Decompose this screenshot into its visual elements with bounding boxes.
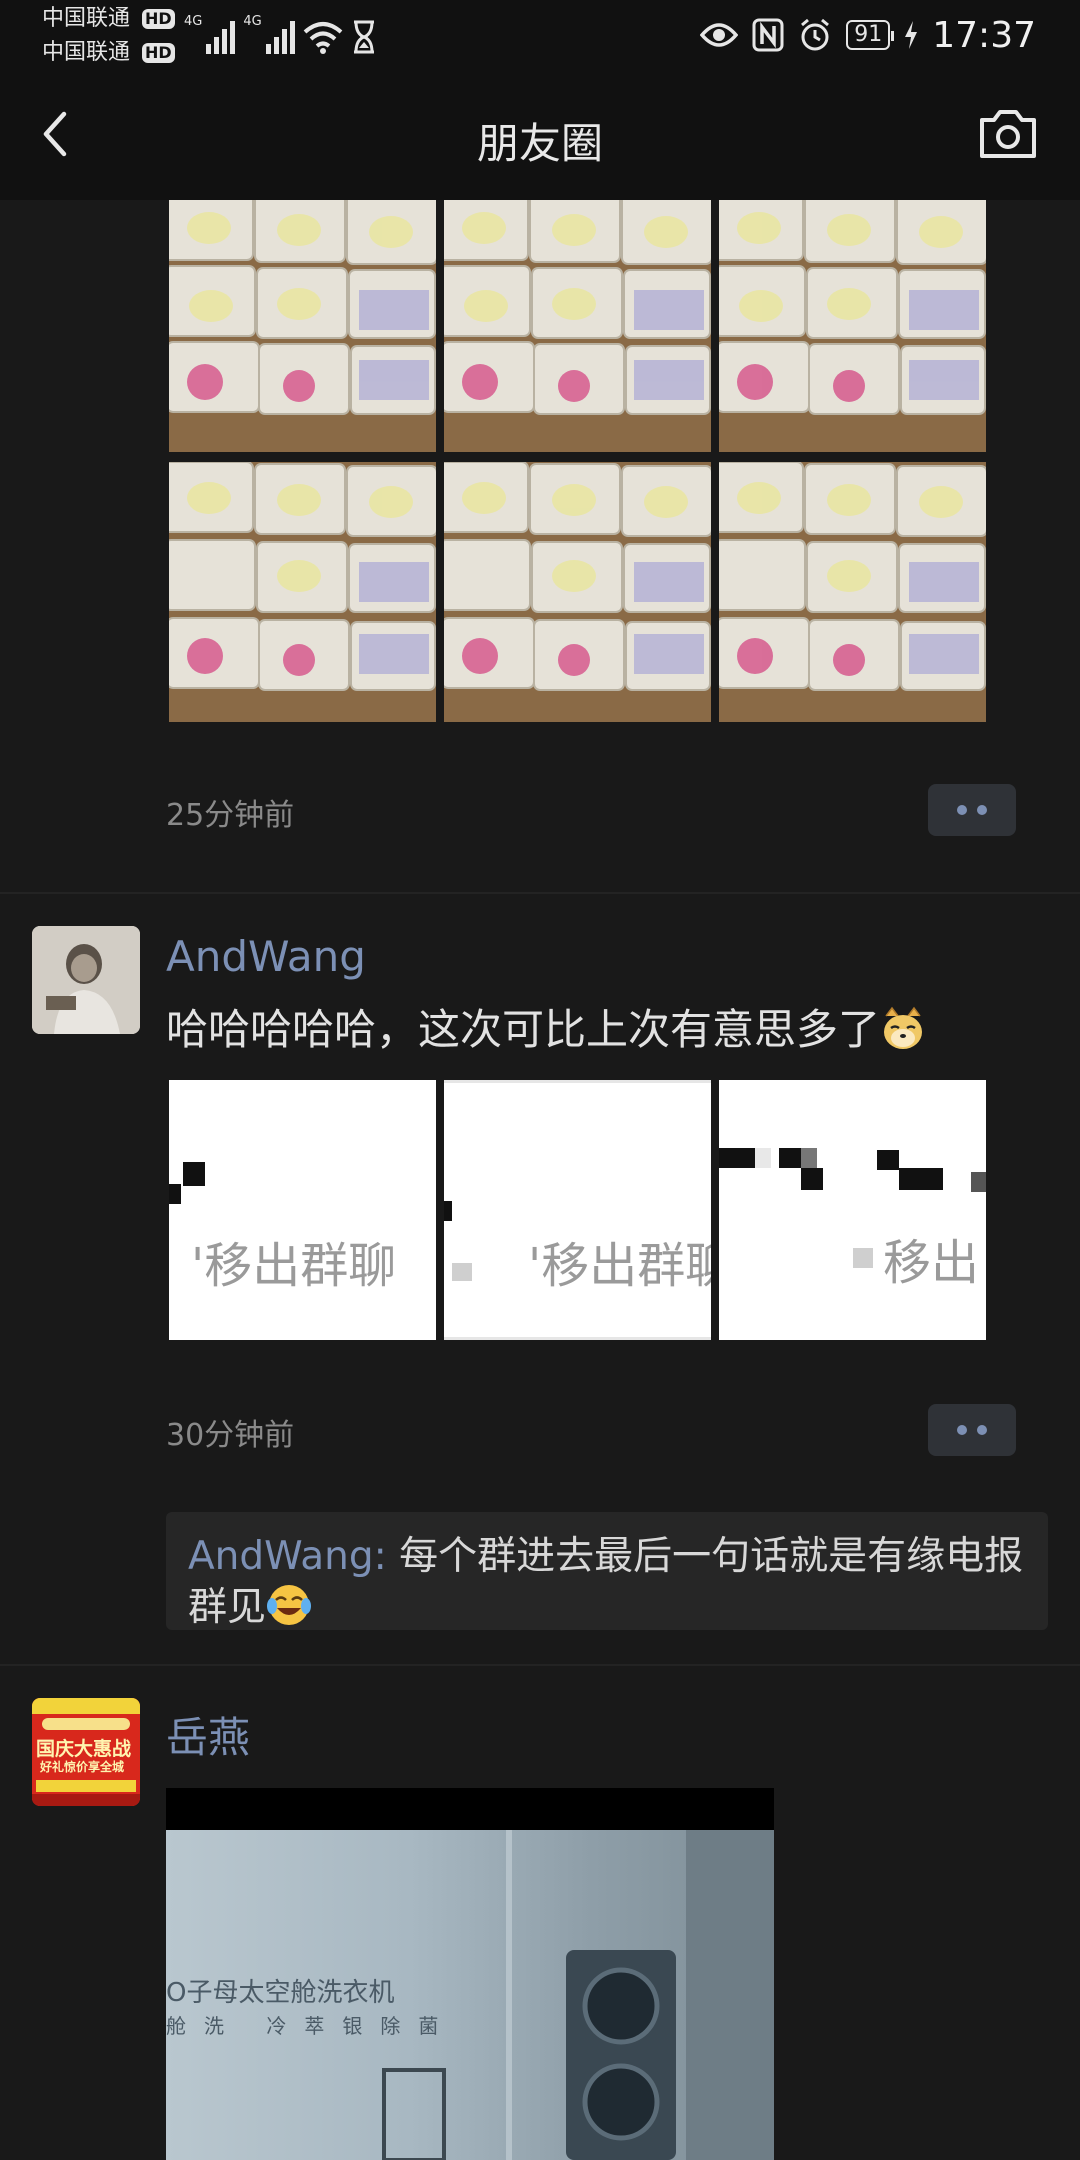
post-username[interactable]: AndWang (166, 932, 366, 981)
pixel-block (801, 1148, 817, 1168)
post-image[interactable] (719, 200, 986, 452)
pixel-block (452, 1263, 472, 1281)
comment-author[interactable]: AndWang (188, 1534, 374, 1579)
image-text: '移出群聊 (191, 1238, 397, 1294)
network-type: 4G (243, 14, 262, 29)
carrier-label: 中国联通 (42, 6, 131, 31)
post-text-content: 哈哈哈哈哈，这次可比上次有意思多了 (166, 1005, 881, 1054)
post-image[interactable]: '移出群聊 (169, 1080, 436, 1340)
post-image[interactable] (169, 462, 436, 722)
post-image[interactable] (719, 462, 986, 722)
dot-icon (977, 1425, 987, 1435)
clock: 17:37 (932, 14, 1036, 56)
post-divider (0, 892, 1080, 894)
post-image[interactable] (444, 462, 711, 722)
comment-section: AndWang: 每个群进去最后一句话就是有缘电报群见 (166, 1512, 1048, 1630)
photo-packages (444, 200, 711, 452)
signal-area: 4G 4G (184, 14, 377, 54)
camera-icon[interactable] (976, 104, 1040, 164)
pixel-block (853, 1248, 873, 1268)
tears-of-joy-emoji-icon (267, 1585, 312, 1625)
nfc-icon (752, 18, 784, 52)
comment[interactable]: AndWang: 每个群进去最后一句话就是有缘电报群见 (188, 1532, 1028, 1633)
avatar[interactable]: 国庆大惠战 好礼惊价享全城 (32, 1698, 140, 1806)
alarm-icon (801, 18, 830, 51)
hd-badge: HD (142, 43, 175, 63)
dot-icon (977, 805, 987, 815)
post-image[interactable]: '移出群聊 (444, 1080, 711, 1340)
hourglass-icon (353, 20, 374, 54)
page-title: 朋友圈 (476, 119, 603, 168)
status-bar: 中国联通 HD 中国联通 HD 4G 4G 91 17:37 (0, 0, 1080, 70)
pixel-block (899, 1168, 943, 1190)
post-divider (0, 1664, 1080, 1666)
hd-badge: HD (142, 9, 175, 29)
pixel-block (183, 1162, 205, 1186)
dot-icon (957, 805, 967, 815)
video-frame: O子母太空舱洗衣机 舱洗 冷萃银除菌 (166, 1830, 774, 2160)
signal-icon (206, 20, 236, 54)
avatar[interactable] (32, 926, 140, 1034)
pixel-block (877, 1150, 899, 1170)
pixel-block (444, 1201, 452, 1221)
moments-page: 中国联通 HD 中国联通 HD 4G 4G 91 17:37 朋友圈 25分钟前… (0, 0, 1080, 2160)
photo-packages (444, 462, 711, 722)
charging-icon (905, 21, 918, 49)
more-actions-button[interactable] (928, 1404, 1016, 1456)
navigation-bar: 朋友圈 (0, 70, 1080, 200)
wifi-icon (303, 22, 343, 54)
status-right: 91 17:37 (700, 12, 1036, 58)
post-timestamp: 30分钟前 (166, 1418, 295, 1453)
pixel-block (779, 1148, 801, 1168)
network-type: 4G (184, 14, 203, 29)
pixel-block (719, 1148, 755, 1168)
carrier-label: 中国联通 (42, 40, 131, 65)
dot-icon (957, 1425, 967, 1435)
photo-packages (719, 200, 986, 452)
avatar-person-icon (32, 926, 140, 1034)
battery-indicator: 91 (846, 20, 895, 50)
avatar-text: 好礼惊价享全城 (40, 1760, 125, 1774)
photo-packages (719, 462, 986, 722)
post-username[interactable]: 岳燕 (166, 1704, 250, 1765)
image-text: 移出 (883, 1235, 980, 1291)
image-text: '移出群聊 (528, 1238, 711, 1294)
post-image[interactable]: 移出 (719, 1080, 986, 1340)
pixel-block (755, 1148, 771, 1168)
more-actions-button[interactable] (928, 784, 1016, 836)
post-text: 哈哈哈哈哈，这次可比上次有意思多了 (166, 996, 926, 1057)
washing-machine-icon (382, 1830, 774, 2160)
eye-icon (700, 23, 739, 47)
signal-icon (265, 20, 295, 54)
post-image[interactable] (169, 200, 436, 452)
pixel-block (971, 1172, 986, 1192)
post-video[interactable]: O子母太空舱洗衣机 舱洗 冷萃银除菌 (166, 1788, 774, 2160)
doge-emoji-icon (884, 1006, 923, 1049)
post-image[interactable] (444, 200, 711, 452)
pixel-block (801, 1168, 823, 1190)
post-timestamp: 25分钟前 (166, 798, 295, 833)
avatar-text: 国庆大惠战 (36, 1738, 132, 1760)
comment-separator: : (373, 1534, 400, 1579)
pixel-block (169, 1184, 181, 1204)
photo-packages (169, 462, 436, 722)
photo-packages (169, 200, 436, 452)
